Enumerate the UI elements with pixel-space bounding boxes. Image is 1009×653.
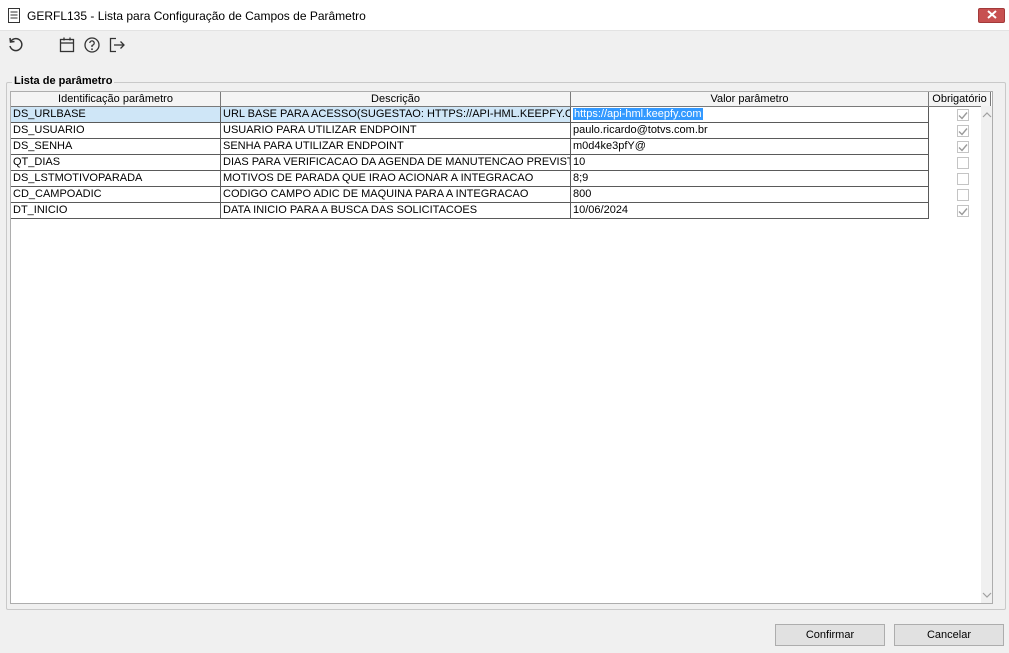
exit-icon[interactable] — [108, 36, 126, 54]
group-legend: Lista de parâmetro — [12, 75, 115, 87]
column-header-description[interactable]: Descrição — [221, 92, 571, 107]
cell-description[interactable]: MOTIVOS DE PARADA QUE IRAO ACIONAR A INT… — [221, 171, 571, 187]
cell-description[interactable]: DIAS PARA VERIFICACAO DA AGENDA DE MANUT… — [221, 155, 571, 171]
toolbar — [0, 31, 1009, 61]
cancel-button[interactable]: Cancelar — [894, 624, 1004, 646]
cell-value[interactable]: 800 — [571, 187, 929, 203]
document-icon — [8, 8, 20, 23]
cell-id[interactable]: CD_CAMPOADIC — [11, 187, 221, 203]
table-row[interactable]: DS_SENHA SENHA PARA UTILIZAR ENDPOINT m0… — [11, 139, 929, 155]
title-bar: GERFL135 - Lista para Configuração de Ca… — [0, 0, 1009, 31]
checkmark-icon — [958, 127, 968, 136]
cell-value-text[interactable]: https://api-hml.keepfy.com — [573, 108, 703, 120]
cell-description[interactable]: USUARIO PARA UTILIZAR ENDPOINT — [221, 123, 571, 139]
checkmark-icon — [958, 111, 968, 120]
cell-value[interactable]: 8;9 — [571, 171, 929, 187]
required-checkbox[interactable] — [957, 189, 969, 201]
required-checkbox[interactable] — [957, 205, 969, 217]
cell-value[interactable]: https://api-hml.keepfy.com — [571, 107, 929, 123]
cell-description[interactable]: URL BASE PARA ACESSO(SUGESTAO: HTTPS://A… — [221, 107, 571, 123]
cell-description[interactable]: DATA INICIO PARA A BUSCA DAS SOLICITACOE… — [221, 203, 571, 219]
cell-id[interactable]: QT_DIAS — [11, 155, 221, 171]
parameter-table: Identificação parâmetro Descrição Valor … — [10, 91, 993, 604]
cell-id[interactable]: DS_URLBASE — [11, 107, 221, 123]
cell-value[interactable]: m0d4ke3pfY@ — [571, 139, 929, 155]
cell-description[interactable]: CODIGO CAMPO ADIC DE MAQUINA PARA A INTE… — [221, 187, 571, 203]
cell-value[interactable]: 10 — [571, 155, 929, 171]
vertical-scrollbar[interactable] — [981, 106, 992, 603]
cell-description[interactable]: SENHA PARA UTILIZAR ENDPOINT — [221, 139, 571, 155]
table-row[interactable]: QT_DIAS DIAS PARA VERIFICACAO DA AGENDA … — [11, 155, 929, 171]
cell-id[interactable]: DS_LSTMOTIVOPARADA — [11, 171, 221, 187]
window-title: GERFL135 - Lista para Configuração de Ca… — [27, 9, 366, 23]
cell-value[interactable]: 10/06/2024 — [571, 203, 929, 219]
checkmark-icon — [958, 143, 968, 152]
close-button[interactable] — [978, 8, 1005, 23]
cell-id[interactable]: DS_SENHA — [11, 139, 221, 155]
scroll-up-icon[interactable] — [982, 110, 992, 120]
refresh-icon[interactable] — [7, 36, 25, 54]
scroll-down-icon[interactable] — [982, 590, 992, 600]
required-checkbox[interactable] — [957, 141, 969, 153]
cell-id[interactable]: DT_INICIO — [11, 203, 221, 219]
calendar-icon[interactable] — [58, 36, 76, 54]
confirm-button[interactable]: Confirmar — [775, 624, 885, 646]
required-checkbox[interactable] — [957, 173, 969, 185]
table-row[interactable]: DS_LSTMOTIVOPARADA MOTIVOS DE PARADA QUE… — [11, 171, 929, 187]
table-row[interactable]: DT_INICIO DATA INICIO PARA A BUSCA DAS S… — [11, 203, 929, 219]
column-header-required[interactable]: Obrigatório — [929, 92, 991, 107]
help-icon[interactable] — [83, 36, 101, 54]
column-header-id[interactable]: Identificação parâmetro — [11, 92, 221, 107]
required-checkbox[interactable] — [957, 125, 969, 137]
table-row[interactable]: DS_USUARIO USUARIO PARA UTILIZAR ENDPOIN… — [11, 123, 929, 139]
checkmark-icon — [958, 207, 968, 216]
table-row[interactable]: DS_URLBASE URL BASE PARA ACESSO(SUGESTAO… — [11, 107, 929, 123]
close-icon — [986, 9, 997, 22]
required-checkbox[interactable] — [957, 109, 969, 121]
required-checkbox[interactable] — [957, 157, 969, 169]
table-row[interactable]: CD_CAMPOADIC CODIGO CAMPO ADIC DE MAQUIN… — [11, 187, 929, 203]
cell-value[interactable]: paulo.ricardo@totvs.com.br — [571, 123, 929, 139]
cell-id[interactable]: DS_USUARIO — [11, 123, 221, 139]
column-header-value[interactable]: Valor parâmetro — [571, 92, 929, 107]
